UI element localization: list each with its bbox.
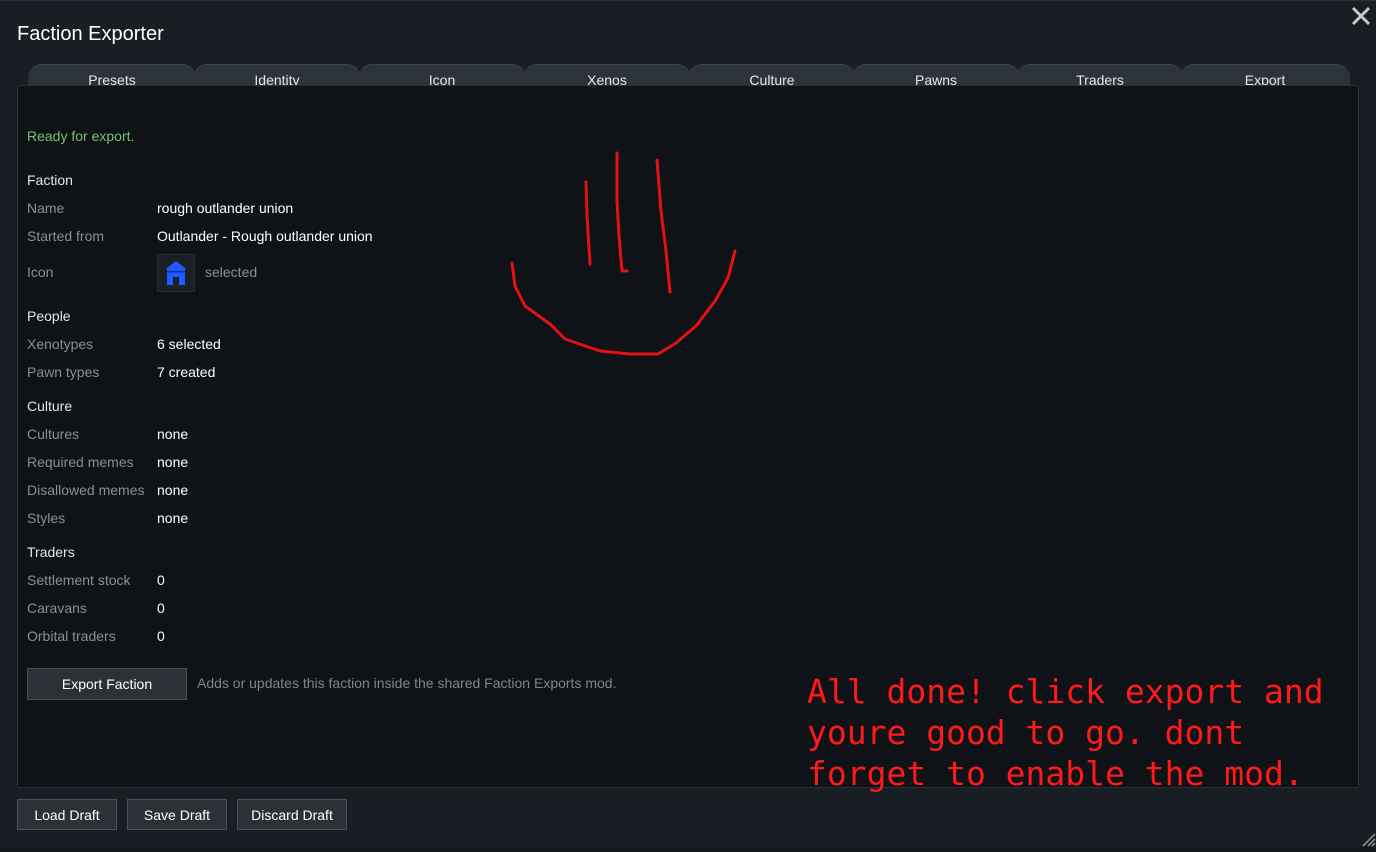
cultures-label: Cultures xyxy=(27,426,80,442)
orbital-traders-label: Orbital traders xyxy=(27,628,116,644)
pawn-types-label: Pawn types xyxy=(27,364,100,380)
export-status: Ready for export. xyxy=(27,128,135,144)
save-draft-button[interactable]: Save Draft xyxy=(127,799,227,830)
faction-exporter-window: Faction Exporter Presets Identity Icon X… xyxy=(0,0,1376,847)
culture-heading: Culture xyxy=(27,398,73,414)
name-label: Name xyxy=(27,200,65,216)
handwritten-annotation: All done! click export and youre good to… xyxy=(807,672,1324,793)
required-memes-value: none xyxy=(157,454,189,470)
load-draft-button[interactable]: Load Draft xyxy=(17,799,117,830)
cultures-value: none xyxy=(157,426,189,442)
window-title: Faction Exporter xyxy=(17,23,164,45)
name-value: rough outlander union xyxy=(157,200,294,216)
disallowed-memes-label: Disallowed memes xyxy=(27,482,145,498)
settlement-stock-value: 0 xyxy=(157,572,165,588)
started-from-label: Started from xyxy=(27,228,105,244)
orbital-traders-value: 0 xyxy=(157,628,165,644)
xenotypes-label: Xenotypes xyxy=(27,336,94,352)
export-faction-button[interactable]: Export Faction xyxy=(27,668,187,700)
people-heading: People xyxy=(27,308,71,324)
styles-value: none xyxy=(157,510,189,526)
xenotypes-value: 6 selected xyxy=(157,336,221,352)
pawn-types-value: 7 created xyxy=(157,364,216,380)
traders-heading: Traders xyxy=(27,544,75,560)
caravans-value: 0 xyxy=(157,600,165,616)
faction-icon-preview xyxy=(157,254,195,292)
disallowed-memes-value: none xyxy=(157,482,189,498)
resize-grip-icon xyxy=(1362,833,1376,847)
resize-grip[interactable] xyxy=(1358,829,1376,847)
close-button[interactable] xyxy=(1348,3,1374,29)
icon-selected-note: selected xyxy=(205,264,258,280)
faction-heading: Faction xyxy=(27,172,73,188)
discard-draft-button[interactable]: Discard Draft xyxy=(237,799,347,830)
close-icon xyxy=(1351,6,1371,26)
styles-label: Styles xyxy=(27,510,66,526)
house-icon xyxy=(167,261,185,285)
icon-label: Icon xyxy=(27,264,54,280)
settlement-stock-label: Settlement stock xyxy=(27,572,131,588)
export-hint: Adds or updates this faction inside the … xyxy=(197,675,617,691)
caravans-label: Caravans xyxy=(27,600,87,616)
required-memes-label: Required memes xyxy=(27,454,134,470)
started-from-value: Outlander - Rough outlander union xyxy=(157,228,373,244)
